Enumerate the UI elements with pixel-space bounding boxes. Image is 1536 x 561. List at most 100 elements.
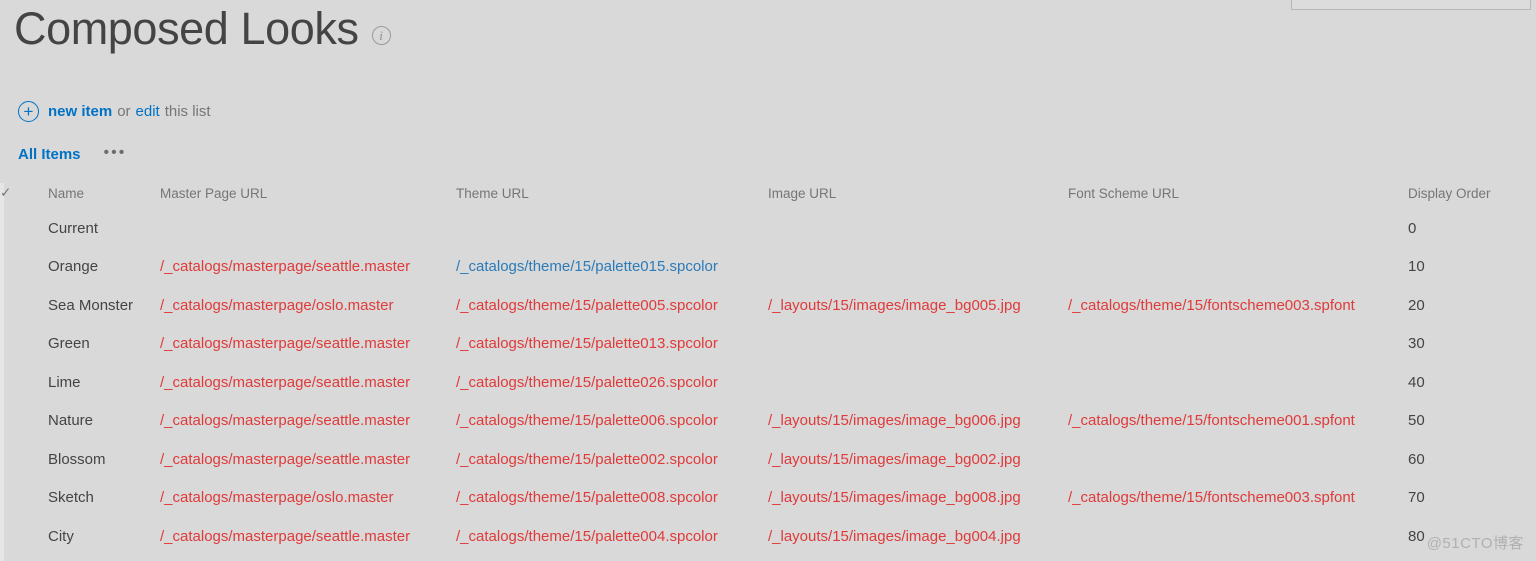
page-title: Composed Looks (14, 3, 359, 54)
table-row[interactable]: Orange/_catalogs/masterpage/seattle.mast… (0, 248, 1536, 287)
row-select-cell[interactable] (0, 209, 48, 248)
cell-theme-url-link[interactable]: /_catalogs/theme/15/palette006.spcolor (456, 412, 718, 429)
cell-image-url (768, 363, 1068, 402)
cell-font-scheme-url (1068, 363, 1408, 402)
cell-image-url-link[interactable]: /_layouts/15/images/image_bg008.jpg (768, 489, 1021, 506)
cell-theme-url-link[interactable]: /_catalogs/theme/15/palette026.spcolor (456, 374, 718, 391)
row-select-cell[interactable] (0, 363, 48, 402)
cell-font-scheme-url (1068, 440, 1408, 479)
cell-display-order: 10 (1408, 258, 1425, 276)
cell-font-scheme-url-link[interactable]: /_catalogs/theme/15/fontscheme001.spfont (1068, 412, 1355, 429)
table-row[interactable]: Green/_catalogs/masterpage/seattle.maste… (0, 325, 1536, 364)
row-select-cell[interactable] (0, 402, 48, 441)
cell-master-page-url: /_catalogs/masterpage/seattle.master (160, 248, 456, 287)
cell-image-url (768, 325, 1068, 364)
cell-theme-url-link[interactable]: /_catalogs/theme/15/palette008.spcolor (456, 489, 718, 506)
cell-master-page-url: /_catalogs/masterpage/seattle.master (160, 402, 456, 441)
info-icon[interactable]: i (371, 26, 391, 45)
or-label: or (117, 103, 131, 120)
cell-font-scheme-url (1068, 209, 1408, 248)
cell-master-page-url: /_catalogs/masterpage/oslo.master (160, 479, 456, 518)
table-row[interactable]: Blossom/_catalogs/masterpage/seattle.mas… (0, 440, 1536, 479)
cell-master-page-url-link[interactable]: /_catalogs/masterpage/seattle.master (160, 451, 410, 468)
row-select-cell[interactable] (0, 248, 48, 287)
cell-font-scheme-url (1068, 325, 1408, 364)
cell-display-order: 70 (1408, 489, 1425, 507)
row-select-cell[interactable] (0, 440, 48, 479)
view-all-items[interactable]: All Items (18, 146, 81, 163)
cell-image-url-link[interactable]: /_layouts/15/images/image_bg005.jpg (768, 297, 1021, 314)
cell-font-scheme-url: /_catalogs/theme/15/fontscheme003.spfont (1068, 479, 1408, 518)
cell-master-page-url: /_catalogs/masterpage/seattle.master (160, 517, 456, 556)
table-row[interactable]: Lime/_catalogs/masterpage/seattle.master… (0, 363, 1536, 402)
row-select-cell[interactable] (0, 286, 48, 325)
cell-theme-url (456, 209, 768, 248)
cell-master-page-url-link[interactable]: /_catalogs/masterpage/seattle.master (160, 258, 410, 275)
cell-name[interactable]: Current (48, 209, 160, 248)
cell-theme-url-link[interactable]: /_catalogs/theme/15/palette004.spcolor (456, 528, 718, 545)
cell-master-page-url-link[interactable]: /_catalogs/masterpage/seattle.master (160, 528, 410, 545)
cell-name[interactable]: City (48, 517, 160, 556)
row-select-cell[interactable] (0, 517, 48, 556)
cell-name[interactable]: Nature (48, 402, 160, 441)
cell-name[interactable]: Lime (48, 363, 160, 402)
cell-theme-url: /_catalogs/theme/15/palette015.spcolor (456, 248, 768, 287)
cell-master-page-url-link[interactable]: /_catalogs/masterpage/seattle.master (160, 335, 410, 352)
cell-image-url: /_layouts/15/images/image_bg004.jpg (768, 517, 1068, 556)
table-row[interactable]: Sea Monster/_catalogs/masterpage/oslo.ma… (0, 286, 1536, 325)
cell-theme-url-link[interactable]: /_catalogs/theme/15/palette013.spcolor (456, 335, 718, 352)
cell-name[interactable]: Blossom (48, 440, 160, 479)
cell-master-page-url-link[interactable]: /_catalogs/masterpage/oslo.master (160, 297, 393, 314)
row-select-cell[interactable] (0, 479, 48, 518)
cell-name[interactable]: Orange (48, 248, 160, 287)
watermark: @51CTO博客 (1426, 535, 1524, 552)
cell-name[interactable]: Sketch (48, 479, 160, 518)
cell-display-order: 40 (1408, 373, 1425, 391)
cell-theme-url-link[interactable]: /_catalogs/theme/15/palette015.spcolor (456, 258, 718, 275)
cell-theme-url-link[interactable]: /_catalogs/theme/15/palette005.spcolor (456, 297, 718, 314)
cell-image-url-link[interactable]: /_layouts/15/images/image_bg006.jpg (768, 412, 1021, 429)
edit-list-link[interactable]: edit (136, 103, 160, 120)
column-header-display-order[interactable]: Display Order (1408, 183, 1536, 209)
cell-name[interactable]: Sea Monster (48, 286, 160, 325)
table-row[interactable]: Sketch/_catalogs/masterpage/oslo.master /… (0, 479, 1536, 518)
top-clipped-control[interactable] (1291, 0, 1531, 10)
cell-theme-url: /_catalogs/theme/15/palette005.spcolor (456, 286, 768, 325)
new-item-link[interactable]: new item (48, 103, 112, 120)
row-select-cell[interactable] (0, 325, 48, 364)
page-title-row: Composed Looks i (14, 6, 391, 51)
cell-image-url: /_layouts/15/images/image_bg005.jpg (768, 286, 1068, 325)
table-row[interactable]: Nature/_catalogs/masterpage/seattle.mast… (0, 402, 1536, 441)
cell-display-order: 30 (1408, 335, 1425, 353)
column-header-image-url[interactable]: Image URL (768, 183, 1068, 209)
cell-theme-url: /_catalogs/theme/15/palette026.spcolor (456, 363, 768, 402)
view-more-options-icon[interactable]: ••• (104, 144, 127, 161)
cell-display-order: 0 (1408, 219, 1417, 237)
table-body: Current 0 Orange/_catalogs/masterpage/seat… (0, 209, 1536, 556)
cell-name[interactable]: Green (48, 325, 160, 364)
select-all-checkmark-icon[interactable]: ✓ (0, 183, 48, 209)
cell-image-url: /_layouts/15/images/image_bg008.jpg (768, 479, 1068, 518)
table-header: ✓ Name Master Page URL Theme URL Image U… (0, 183, 1536, 209)
column-header-name[interactable]: Name (48, 183, 160, 209)
cell-font-scheme-url-link[interactable]: /_catalogs/theme/15/fontscheme003.spfont (1068, 489, 1355, 506)
cell-image-url-link[interactable]: /_layouts/15/images/image_bg004.jpg (768, 528, 1021, 545)
cell-master-page-url-link[interactable]: /_catalogs/masterpage/seattle.master (160, 374, 410, 391)
cell-image-url-link[interactable]: /_layouts/15/images/image_bg002.jpg (768, 451, 1021, 468)
column-header-theme-url[interactable]: Theme URL (456, 183, 768, 209)
cell-theme-url-link[interactable]: /_catalogs/theme/15/palette002.spcolor (456, 451, 718, 468)
cell-display-order: 60 (1408, 450, 1425, 468)
plus-circle-icon[interactable]: + (18, 101, 39, 122)
column-header-font-scheme-url[interactable]: Font Scheme URL (1068, 183, 1408, 209)
cell-master-page-url-link[interactable]: /_catalogs/masterpage/oslo.master (160, 489, 393, 506)
cell-font-scheme-url (1068, 248, 1408, 287)
table-row[interactable]: City/_catalogs/masterpage/seattle.master… (0, 517, 1536, 556)
this-list-label: this list (164, 103, 211, 120)
cell-font-scheme-url-link[interactable]: /_catalogs/theme/15/fontscheme003.spfont (1068, 297, 1355, 314)
cell-font-scheme-url: /_catalogs/theme/15/fontscheme001.spfont (1068, 402, 1408, 441)
table-row[interactable]: Current 0 (0, 209, 1536, 248)
cell-display-order: 20 (1408, 296, 1425, 314)
column-header-master-page-url[interactable]: Master Page URL (160, 183, 456, 209)
cell-master-page-url (160, 209, 456, 248)
cell-master-page-url-link[interactable]: /_catalogs/masterpage/seattle.master (160, 412, 410, 429)
